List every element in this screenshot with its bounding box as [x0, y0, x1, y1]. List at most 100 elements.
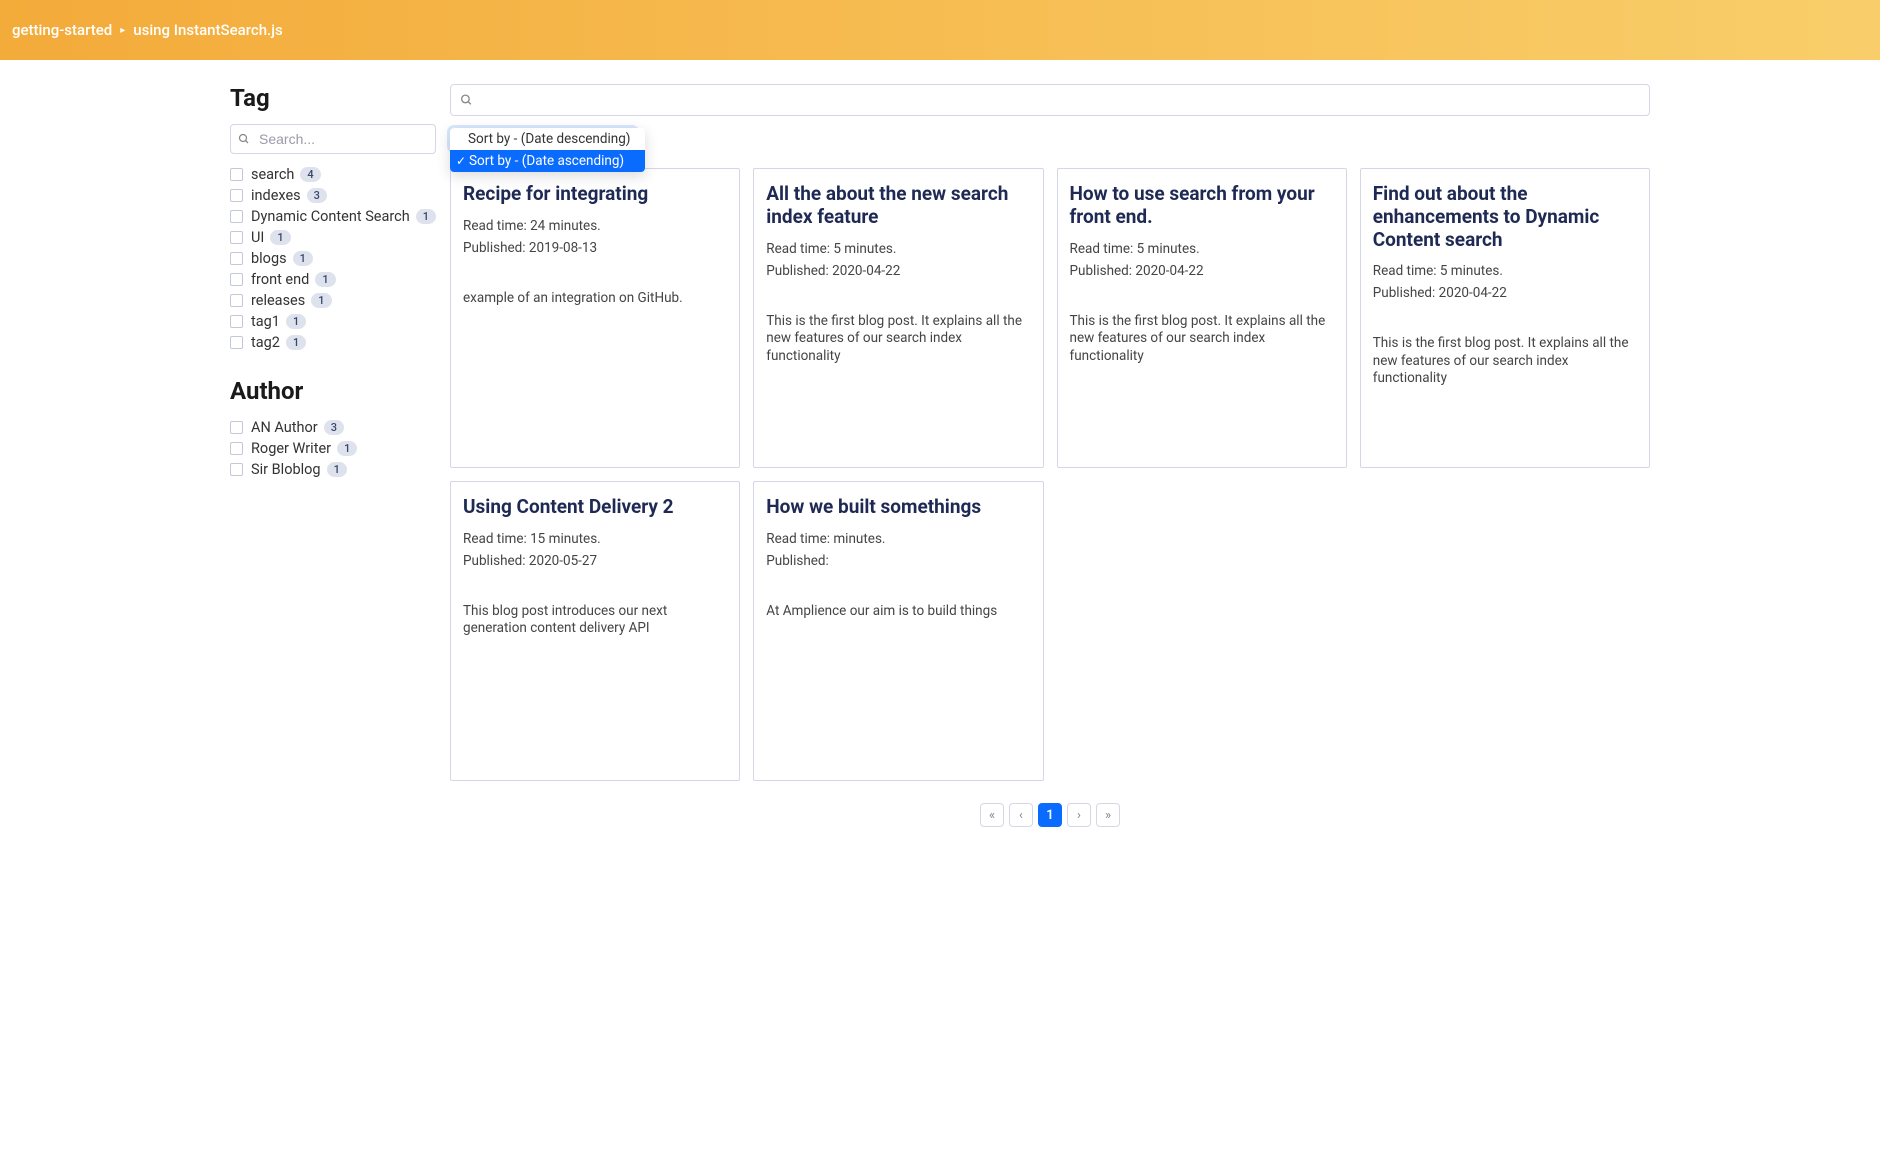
hit-published: Published: 2019-08-13 — [463, 240, 727, 256]
facet-checkbox[interactable] — [230, 442, 243, 455]
facet-item[interactable]: Roger Writer1 — [230, 438, 436, 459]
searchbox — [450, 84, 1650, 116]
facet-checkbox[interactable] — [230, 252, 243, 265]
pagination: « ‹ 1 › » — [450, 803, 1650, 827]
facet-count: 1 — [293, 251, 313, 266]
facet-count: 1 — [315, 272, 335, 287]
facet-item[interactable]: blogs 1 — [230, 248, 436, 269]
hit-card: Using Content Delivery 2 Read time: 15 m… — [450, 481, 740, 781]
facet-count: 1 — [270, 230, 290, 245]
tag-heading: Tag — [230, 84, 436, 112]
facet-count: 1 — [311, 293, 331, 308]
header-separator: ▸ — [120, 25, 125, 36]
facet-item[interactable]: front end 1 — [230, 269, 436, 290]
author-heading: Author — [230, 377, 436, 405]
hit-description: At Amplience our aim is to build things — [766, 603, 1030, 621]
facet-label: front end — [251, 271, 309, 288]
hit-published: Published: 2020-04-22 — [766, 263, 1030, 279]
hit-title: Recipe for integrating — [463, 183, 727, 206]
main-search-input[interactable] — [450, 84, 1650, 116]
facet-label: AN Author — [251, 419, 318, 436]
hit-description: This is the first blog post. It explains… — [766, 313, 1030, 366]
facet-checkbox[interactable] — [230, 210, 243, 223]
hit-title: All the about the new search index featu… — [766, 183, 1030, 229]
facet-checkbox[interactable] — [230, 463, 243, 476]
search-icon — [460, 94, 473, 107]
page-prev-button[interactable]: ‹ — [1009, 803, 1033, 827]
hit-description: example of an integration on GitHub. — [463, 290, 727, 308]
facet-item[interactable]: releases 1 — [230, 290, 436, 311]
facet-item[interactable]: Sir Bloblog 1 — [230, 459, 436, 480]
facet-checkbox[interactable] — [230, 294, 243, 307]
facet-label: Sir Bloblog — [251, 461, 321, 478]
author-list: AN Author 3 Roger Writer1 Sir Bloblog 1 — [230, 417, 436, 480]
facet-item[interactable]: UI 1 — [230, 227, 436, 248]
facet-label: tag1 — [251, 313, 280, 330]
facet-checkbox[interactable] — [230, 189, 243, 202]
facet-item[interactable]: indexes 3 — [230, 185, 436, 206]
hit-title: How we built somethings — [766, 496, 1030, 519]
sort-option[interactable]: Sort by - (Date ascending) — [450, 150, 645, 172]
hit-read-time: Read time: 5 minutes. — [1070, 241, 1334, 257]
hit-read-time: Read time: minutes. — [766, 531, 1030, 547]
page-next-button[interactable]: › — [1067, 803, 1091, 827]
facet-count: 1 — [416, 209, 436, 224]
sidebar: Tag search4 indexes 3 Dynamic Content Searc… — [230, 84, 436, 827]
hit-description: This is the first blog post. It explains… — [1070, 313, 1334, 366]
facet-checkbox[interactable] — [230, 168, 243, 181]
facet-item[interactable]: Dynamic Content Search 1 — [230, 206, 436, 227]
hit-card: How to use search from your front end. R… — [1057, 168, 1347, 468]
facet-checkbox[interactable] — [230, 315, 243, 328]
hit-card: Find out about the enhancements to Dynam… — [1360, 168, 1650, 468]
facet-checkbox[interactable] — [230, 336, 243, 349]
facet-item[interactable]: tag21 — [230, 332, 436, 353]
hit-read-time: Read time: 15 minutes. — [463, 531, 727, 547]
header: getting-started ▸ using InstantSearch.js — [0, 0, 1880, 60]
search-icon — [238, 133, 250, 145]
hit-description: This blog post introduces our next gener… — [463, 603, 727, 638]
hit-published: Published: 2020-04-22 — [1373, 285, 1637, 301]
facet-checkbox[interactable] — [230, 231, 243, 244]
hit-description: This is the first blog post. It explains… — [1373, 335, 1637, 388]
page-last-button[interactable]: » — [1096, 803, 1120, 827]
facet-count: 1 — [286, 335, 306, 350]
hit-published: Published: — [766, 553, 1030, 569]
facet-label: Dynamic Content Search — [251, 208, 410, 225]
tag-search-input[interactable] — [230, 124, 436, 154]
hit-card: All the about the new search index featu… — [753, 168, 1043, 468]
facet-item[interactable]: tag1 1 — [230, 311, 436, 332]
hit-read-time: Read time: 5 minutes. — [766, 241, 1030, 257]
hit-published: Published: 2020-05-27 — [463, 553, 727, 569]
hit-card: How we built somethings Read time: minut… — [753, 481, 1043, 781]
facet-count: 3 — [324, 420, 344, 435]
tag-facet-search — [230, 124, 436, 154]
facet-label: indexes — [251, 187, 301, 204]
facet-label: releases — [251, 292, 305, 309]
sort-option[interactable]: Sort by - (Date descending) — [450, 128, 645, 150]
facet-label: search — [251, 166, 294, 183]
page-number-button[interactable]: 1 — [1038, 803, 1062, 827]
facet-label: UI — [251, 229, 264, 246]
hit-card: Recipe for integrating Read time: 24 min… — [450, 168, 740, 468]
header-left: getting-started — [12, 21, 112, 39]
sort-dropdown: Sort by - (Date descending)Sort by - (Da… — [450, 128, 645, 172]
facet-count: 1 — [327, 462, 347, 477]
sort-by[interactable]: Sort by - (Date descending)Sort by - (Da… — [450, 128, 636, 154]
facet-label: Roger Writer — [251, 440, 331, 457]
facet-checkbox[interactable] — [230, 273, 243, 286]
facet-item[interactable]: search4 — [230, 164, 436, 185]
facet-count: 1 — [286, 314, 306, 329]
page-first-button[interactable]: « — [980, 803, 1004, 827]
main-content: Sort by - (Date descending)Sort by - (Da… — [450, 84, 1650, 827]
hit-read-time: Read time: 24 minutes. — [463, 218, 727, 234]
facet-item[interactable]: AN Author 3 — [230, 417, 436, 438]
facet-label: blogs — [251, 250, 287, 267]
hit-title: How to use search from your front end. — [1070, 183, 1334, 229]
hit-title: Find out about the enhancements to Dynam… — [1373, 183, 1637, 251]
hit-title: Using Content Delivery 2 — [463, 496, 727, 519]
tag-list: search4indexes3Dynamic Content Search1UI… — [230, 164, 436, 353]
facet-count: 3 — [307, 188, 327, 203]
facet-checkbox[interactable] — [230, 421, 243, 434]
hits-grid: Recipe for integrating Read time: 24 min… — [450, 168, 1650, 781]
hit-read-time: Read time: 5 minutes. — [1373, 263, 1637, 279]
